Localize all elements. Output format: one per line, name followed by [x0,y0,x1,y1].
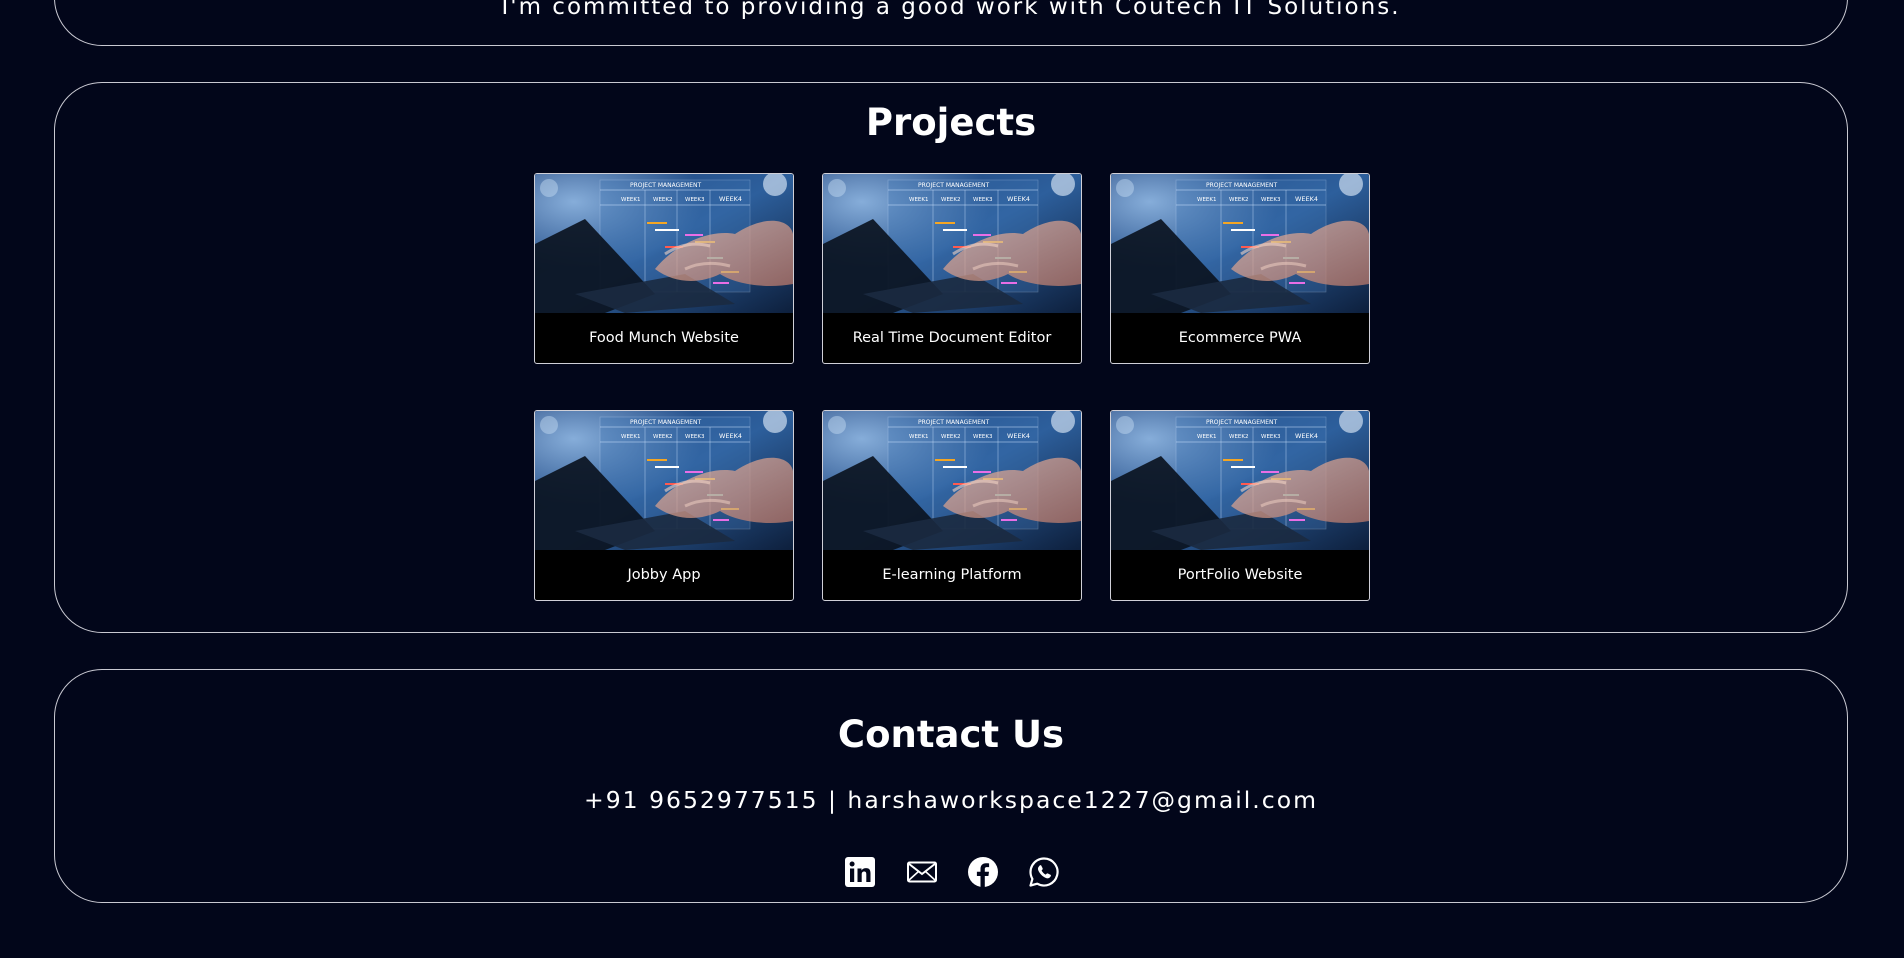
project-thumbnail [535,174,793,313]
project-title: PortFolio Website [1177,567,1303,583]
about-section: I'm committed to providing a good work w… [54,0,1848,46]
contact-details: +91 9652977515 | harshaworkspace1227@gma… [584,786,1318,814]
project-title: E-learning Platform [882,567,1022,583]
project-card[interactable]: Ecommerce PWA [1110,173,1370,364]
projects-title: Projects [865,101,1037,144]
project-card[interactable]: Jobby App [534,410,794,601]
project-thumbnail [823,174,1081,313]
project-title: Food Munch Website [589,330,739,346]
contact-title: Contact Us [837,713,1065,756]
project-thumbnail [1111,411,1369,550]
project-card[interactable]: E-learning Platform [822,410,1082,601]
project-title: Jobby App [627,567,701,583]
project-card[interactable]: PortFolio Website [1110,410,1370,601]
about-text: I'm committed to providing a good work w… [501,0,1401,20]
project-title: Real Time Document Editor [852,330,1052,346]
linkedin-icon[interactable] [844,856,876,888]
project-thumbnail [1111,174,1369,313]
whatsapp-icon[interactable] [1028,856,1060,888]
project-title: Ecommerce PWA [1178,330,1302,346]
project-thumbnail [823,411,1081,550]
project-card[interactable]: Real Time Document Editor [822,173,1082,364]
project-thumbnail [535,411,793,550]
project-card[interactable]: Food Munch Website [534,173,794,364]
contact-section: Contact Us +91 9652977515 | harshaworksp… [54,669,1848,903]
projects-section: Projects Food Munch Website Real Time Do… [54,82,1848,633]
mail-icon[interactable] [906,856,938,888]
facebook-icon[interactable] [967,856,999,888]
